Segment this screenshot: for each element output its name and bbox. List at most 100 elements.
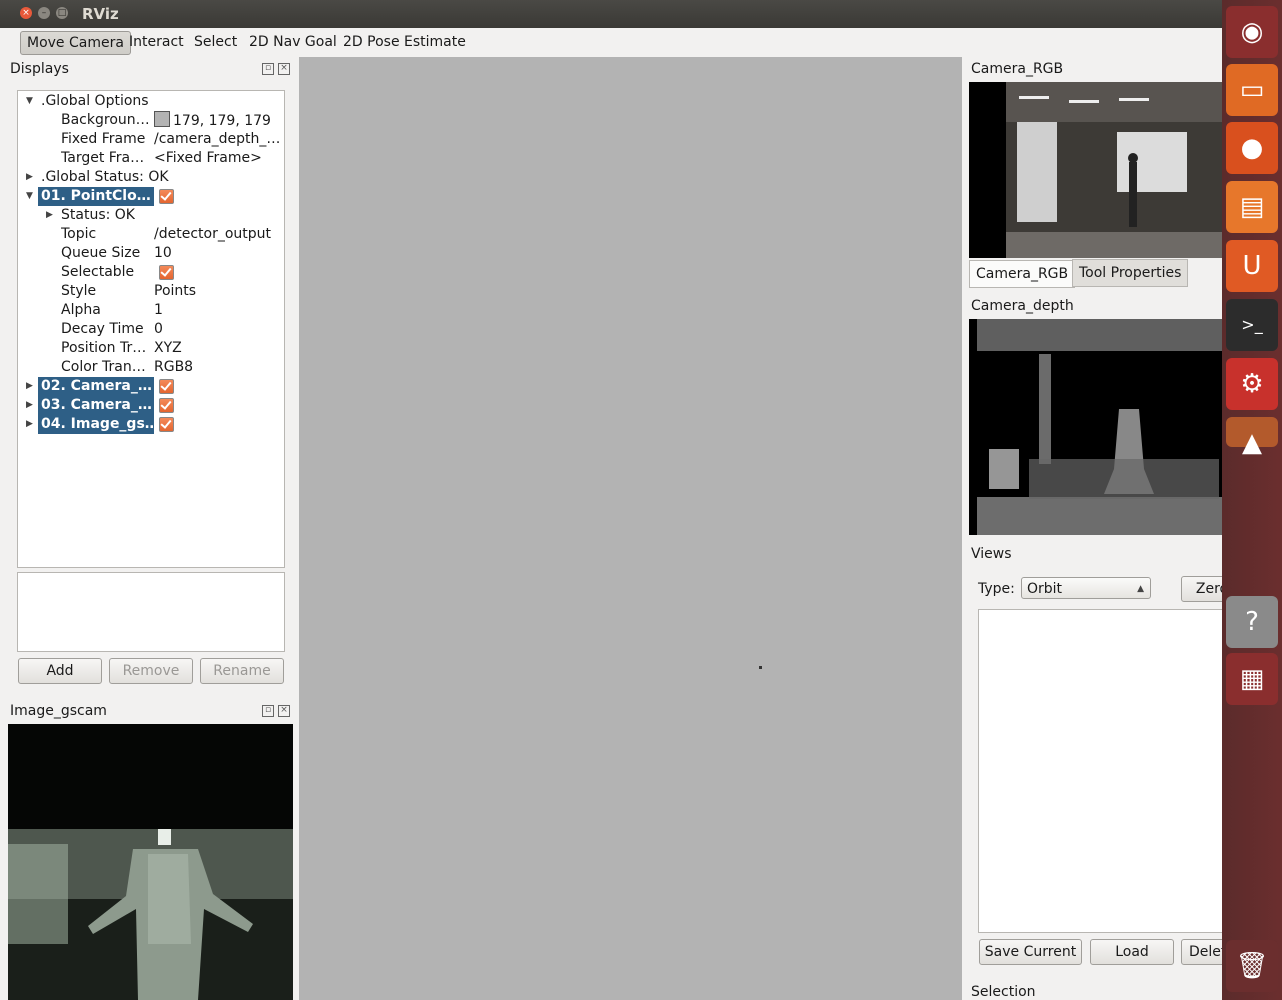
displays-tree[interactable]: ▼ .Global Options Backgroun… 179, 179, 1… [17,90,285,568]
row-value[interactable]: /camera_depth_… [154,130,282,149]
dash-home-icon[interactable]: ◉ [1226,6,1278,58]
row-key: Target Fra… [61,150,145,166]
enabled-checkbox[interactable] [159,189,174,204]
row-key: Backgroun… [61,112,150,128]
help-icon[interactable]: ? [1226,596,1278,648]
image-gscam-panel-title: Image_gscam [10,703,107,719]
rename-display-button[interactable]: Rename [200,658,284,684]
tree-row-status[interactable]: ▶ Status: OK [18,206,284,225]
expand-arrow-icon[interactable]: ▼ [26,92,33,111]
tool-interact[interactable]: Interact [123,31,190,53]
row-key: .Global Options [41,93,149,109]
settings-gear-icon[interactable]: ⚙ [1226,358,1278,410]
enabled-checkbox[interactable] [159,379,174,394]
maximize-icon[interactable]: □ [56,7,68,19]
camera-depth-view [969,319,1222,535]
tree-row-alpha[interactable]: Alpha 1 [18,301,284,320]
tree-row-selectable[interactable]: Selectable [18,263,284,282]
tree-row-style[interactable]: Style Points [18,282,284,301]
display-description-box [17,572,285,652]
depth-camera-image [969,319,1222,535]
enabled-checkbox[interactable] [159,398,174,413]
expand-arrow-icon[interactable]: ▶ [26,396,33,415]
camera-rgb-view [969,82,1222,258]
row-value[interactable]: 10 [154,244,282,263]
row-value[interactable]: Points [154,282,282,301]
add-display-button[interactable]: Add [18,658,102,684]
tree-row-queue-size[interactable]: Queue Size 10 [18,244,284,263]
thermal-image [8,724,293,1000]
camera-depth-panel-title: Camera_depth [971,298,1074,314]
row-key: Status: OK [61,207,135,223]
tree-row-fixed-frame[interactable]: Fixed Frame /camera_depth_… [18,130,284,149]
tree-row-camera-1[interactable]: ▶ 02. Camera_… [18,377,284,396]
tree-row-camera-2[interactable]: ▶ 03. Camera_… [18,396,284,415]
tab-camera-rgb[interactable]: Camera_RGB [969,260,1076,288]
tree-row-topic[interactable]: Topic /detector_output [18,225,284,244]
row-value[interactable]: /detector_output [154,225,282,244]
row-value[interactable]: 0 [154,320,282,339]
selectable-checkbox[interactable] [159,265,174,280]
tool-2d-nav-goal[interactable]: 2D Nav Goal [243,31,343,53]
camera-rgb-panel-title: Camera_RGB [971,61,1064,77]
firefox-icon[interactable]: ● [1226,122,1278,174]
minimize-icon[interactable]: – [38,7,50,19]
image-gscam-view [8,724,293,1000]
row-key: Style [61,283,97,299]
tree-row-decay-time[interactable]: Decay Time 0 [18,320,284,339]
close-panel-icon[interactable]: × [278,63,290,75]
views-list[interactable] [978,609,1230,933]
select-arrows-icon: ▲ [1137,584,1144,594]
expand-arrow-icon[interactable]: ▶ [26,377,33,396]
tree-row-pointcloud[interactable]: ▼ 01. PointClo… [18,187,284,206]
views-type-label: Type: [978,581,1015,597]
expand-arrow-icon[interactable]: ▶ [26,415,33,434]
terminal-icon[interactable]: >_ [1226,299,1278,351]
tab-tool-properties[interactable]: Tool Properties [1072,259,1189,287]
close-icon[interactable]: × [20,7,32,19]
row-key: Topic [61,226,97,242]
row-value[interactable]: <Fixed Frame> [154,149,282,168]
ubuntu-one-icon[interactable]: U [1226,240,1278,292]
row-key: Fixed Frame [61,131,146,147]
save-current-view-button[interactable]: Save Current [979,939,1082,965]
color-swatch-icon[interactable] [154,111,170,127]
row-key: .Global Status: OK [41,169,169,185]
software-center-icon[interactable]: ▤ [1226,181,1278,233]
trash-icon[interactable]: 🗑 [1226,940,1278,992]
view-type-select[interactable]: Orbit ▲ [1021,577,1151,599]
tree-row-color-transformer[interactable]: Color Tran… RGB8 [18,358,284,377]
enabled-checkbox[interactable] [159,417,174,432]
row-key: Decay Time [61,321,144,337]
tool-bar: Move Camera Interact Select 2D Nav Goal … [0,28,1222,58]
tree-row-target-frame[interactable]: Target Fra… <Fixed Frame> [18,149,284,168]
tool-select[interactable]: Select [188,31,243,53]
expand-arrow-icon[interactable]: ▶ [26,168,33,187]
float-icon[interactable]: ▫ [262,63,274,75]
close-panel-icon[interactable]: × [278,705,290,717]
3d-render-viewport[interactable] [299,57,962,1000]
row-value[interactable]: 1 [154,301,282,320]
tree-row-global-status[interactable]: ▶ .Global Status: OK [18,168,284,187]
tree-row-image-gscam[interactable]: ▶ 04. Image_gs… [18,415,284,434]
tree-row-position-transformer[interactable]: Position Tr… XYZ [18,339,284,358]
tree-row-background[interactable]: Backgroun… 179, 179, 179 [18,111,284,130]
files-icon[interactable]: ▭ [1226,64,1278,116]
image-gscam-dock-buttons: ▫ × [258,704,290,717]
row-value[interactable]: XYZ [154,339,282,358]
vlc-icon[interactable]: ▲ [1226,417,1278,458]
load-view-button[interactable]: Load [1090,939,1174,965]
row-value[interactable]: RGB8 [154,358,282,377]
tool-2d-pose-estimate[interactable]: 2D Pose Estimate [337,31,472,53]
workspace-switcher-icon[interactable]: ▦ [1226,653,1278,705]
tool-move-camera[interactable]: Move Camera [20,31,131,55]
float-icon[interactable]: ▫ [262,705,274,717]
tree-row-global-options[interactable]: ▼ .Global Options [18,92,284,111]
expand-arrow-icon[interactable]: ▼ [26,187,33,206]
row-key: Alpha [61,302,101,318]
row-key: 03. Camera_… [38,396,154,415]
ubuntu-launcher: ◉ ▭ ● ▤ U >_ ⚙ ▲ ? ▦ 🗑 [1222,0,1282,1000]
displays-panel-title: Displays [10,61,69,77]
remove-display-button[interactable]: Remove [109,658,193,684]
expand-arrow-icon[interactable]: ▶ [46,206,53,225]
